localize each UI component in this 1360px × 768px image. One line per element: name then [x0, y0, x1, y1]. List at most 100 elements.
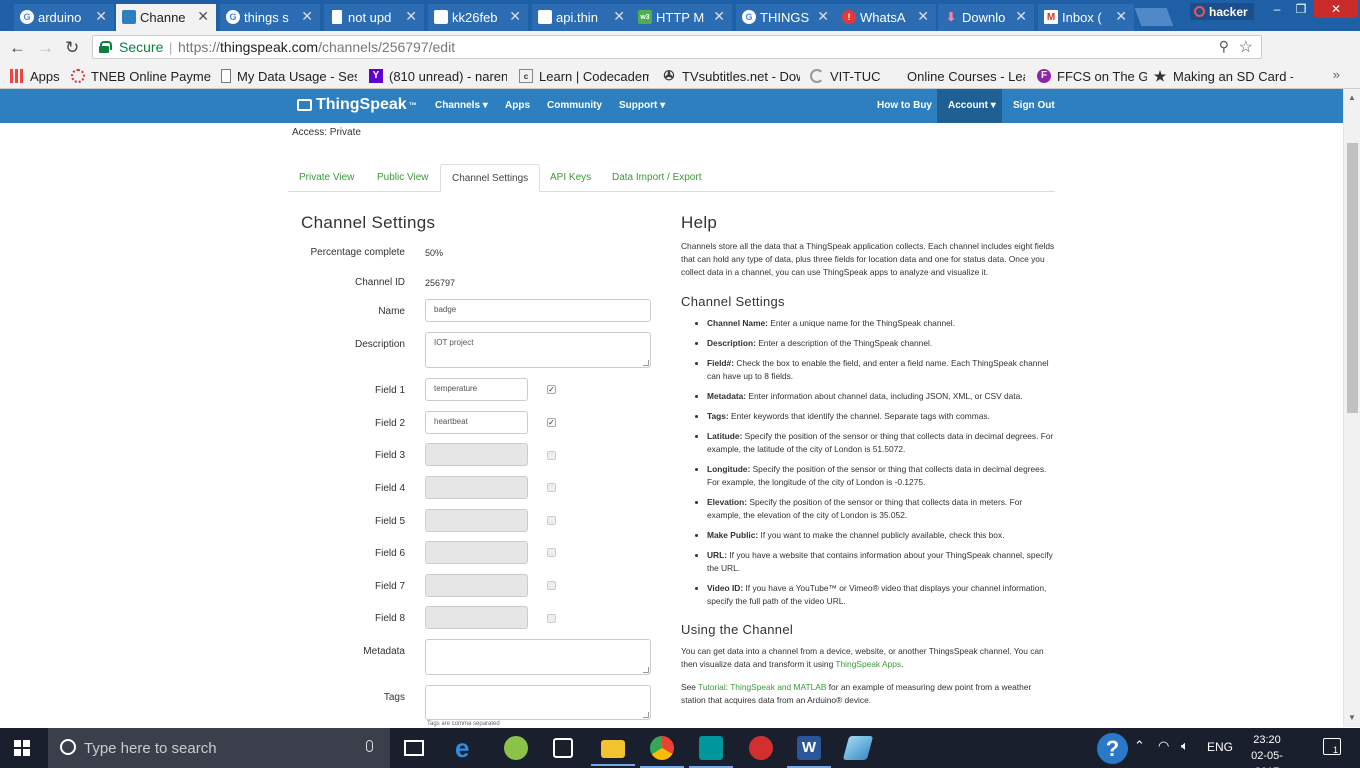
wifi-icon[interactable]: ◠	[1158, 738, 1169, 754]
minimize-button[interactable]: –	[1264, 0, 1290, 18]
chrome-icon[interactable]	[640, 736, 684, 768]
bookmark-item[interactable]: TNEB Online Payment	[71, 67, 211, 85]
notification-center-icon[interactable]: 1	[1323, 738, 1341, 755]
nav-how-to-buy[interactable]: How to Buy	[877, 100, 932, 111]
tab-channel-settings[interactable]: Channel Settings	[440, 164, 541, 192]
browser-tab[interactable]: G things s ✕	[220, 4, 320, 31]
close-icon[interactable]: ✕	[301, 8, 313, 25]
bookmark-star-icon[interactable]: ☆	[1239, 37, 1253, 57]
scrollbar-thumb[interactable]	[1347, 143, 1358, 413]
field-input[interactable]	[425, 574, 528, 597]
field-checkbox[interactable]	[547, 548, 556, 557]
browser-tab[interactable]: G THINGS ✕	[736, 4, 836, 31]
new-tab-button[interactable]	[1134, 8, 1174, 26]
nav-sign-out[interactable]: Sign Out	[1013, 100, 1055, 111]
browser-tab[interactable]: G arduino ✕	[14, 4, 114, 31]
arduino-icon[interactable]	[689, 736, 733, 768]
close-icon[interactable]: ✕	[197, 8, 209, 25]
metadata-textarea[interactable]	[425, 639, 651, 675]
tab-data-import-export[interactable]: Data Import / Export	[601, 164, 712, 192]
back-button[interactable]: ←	[9, 38, 26, 58]
chevron-double-right-icon[interactable]: »	[1333, 67, 1340, 82]
android-studio-icon[interactable]	[504, 736, 528, 760]
windows-start-icon[interactable]	[14, 740, 30, 756]
reload-button[interactable]: ↻	[65, 38, 79, 58]
maximize-button[interactable]: ❐	[1288, 0, 1314, 18]
scroll-down-icon[interactable]: ▼	[1348, 713, 1356, 722]
clock[interactable]: 23:20 02-05-2017	[1241, 732, 1293, 768]
nav-channels[interactable]: Channels ▾	[435, 100, 488, 111]
bookmark-item[interactable]: Online Courses - Lear	[887, 67, 1025, 85]
profile-button[interactable]: hacker	[1190, 3, 1254, 20]
nav-community[interactable]: Community	[547, 100, 602, 111]
resize-handle-icon[interactable]	[643, 360, 649, 366]
help-question-icon[interactable]: ?	[1097, 733, 1128, 764]
bookmark-item[interactable]: My Data Usage - Sess	[221, 67, 357, 85]
name-input[interactable]: badge	[425, 299, 651, 322]
close-icon[interactable]: ✕	[95, 8, 107, 25]
tab-api-keys[interactable]: API Keys	[539, 164, 602, 192]
chevron-up-icon[interactable]: ⌃	[1134, 738, 1145, 754]
browser-tab[interactable]: not upd ✕	[324, 4, 424, 31]
field-input[interactable]: heartbeat	[425, 411, 528, 434]
taskbar-search[interactable]: Type here to search	[48, 728, 390, 768]
close-icon[interactable]: ✕	[1115, 8, 1127, 25]
forward-button[interactable]: →	[37, 38, 54, 58]
bookmark-item[interactable]: VIT-TUC	[810, 67, 880, 85]
field-checkbox[interactable]	[547, 516, 556, 525]
tab-private-view[interactable]: Private View	[288, 164, 365, 192]
store-icon[interactable]	[553, 738, 573, 758]
nav-support[interactable]: Support ▾	[619, 100, 665, 111]
tab-public-view[interactable]: Public View	[366, 164, 440, 192]
resize-handle-icon[interactable]	[643, 667, 649, 673]
resize-handle-icon[interactable]	[643, 712, 649, 718]
edge-icon[interactable]: e	[455, 735, 479, 761]
window-close-button[interactable]: ✕	[1314, 0, 1358, 18]
thingspeak-logo[interactable]: ThingSpeak ™	[297, 96, 417, 114]
field-input[interactable]	[425, 606, 528, 629]
field-checkbox[interactable]	[547, 581, 556, 590]
close-icon[interactable]: ✕	[917, 8, 929, 25]
browser-tab-active[interactable]: Channe ✕	[116, 4, 216, 31]
bookmark-item[interactable]: ★ Making an SD Card -	[1153, 67, 1293, 85]
browser-tab[interactable]: ⬇ Downlo ✕	[938, 4, 1034, 31]
address-bar[interactable]: Secure | https://thingspeak.com/channels…	[92, 35, 1262, 59]
close-icon[interactable]: ✕	[1015, 8, 1027, 25]
url-text[interactable]: https://thingspeak.com/channels/256797/e…	[178, 39, 455, 55]
thingspeak-apps-link[interactable]: ThingSpeak Apps	[835, 659, 901, 669]
word-icon[interactable]: W	[787, 736, 831, 768]
browser-tab[interactable]: w3 HTTP M ✕	[632, 4, 732, 31]
tags-textarea[interactable]	[425, 685, 651, 720]
field-checkbox[interactable]: ✓	[547, 385, 556, 394]
browser-tab[interactable]: M Inbox ( ✕	[1038, 4, 1134, 31]
close-icon[interactable]: ✕	[817, 8, 829, 25]
close-icon[interactable]: ✕	[713, 8, 725, 25]
browser-tab[interactable]: kk26feb ✕	[428, 4, 528, 31]
file-explorer-icon[interactable]	[591, 740, 635, 766]
tutorial-link[interactable]: Tutorial: ThingSpeak and MATLAB	[698, 682, 826, 692]
field-input[interactable]	[425, 509, 528, 532]
browser-tab[interactable]: api.thin ✕	[532, 4, 632, 31]
field-checkbox[interactable]	[547, 451, 556, 460]
field-checkbox[interactable]: ✓	[547, 418, 556, 427]
bookmark-item[interactable]: F FFCS on The Go	[1037, 67, 1147, 85]
field-checkbox[interactable]	[547, 614, 556, 623]
volume-icon[interactable]: 🔈︎	[1181, 738, 1189, 754]
field-input[interactable]	[425, 541, 528, 564]
browser-tab[interactable]: ! WhatsA ✕	[836, 4, 936, 31]
close-icon[interactable]: ✕	[613, 8, 625, 25]
field-input[interactable]	[425, 476, 528, 499]
close-icon[interactable]: ✕	[405, 8, 417, 25]
description-textarea[interactable]: IOT project	[425, 332, 651, 368]
notepad-icon[interactable]	[842, 736, 874, 760]
bookmark-item[interactable]: c Learn | Codecademy	[519, 67, 649, 85]
bookmark-item[interactable]: Y (810 unread) - narena	[369, 67, 507, 85]
nav-apps[interactable]: Apps	[505, 100, 530, 111]
page-scrollbar[interactable]: ▲ ▼	[1343, 89, 1360, 727]
language-indicator[interactable]: ENG	[1207, 740, 1233, 754]
bookmark-item[interactable]: ✇ TVsubtitles.net - Dow	[662, 67, 800, 85]
field-input[interactable]: temperature	[425, 378, 528, 401]
bookmark-apps[interactable]: Apps	[10, 67, 66, 85]
field-input[interactable]	[425, 443, 528, 466]
field-checkbox[interactable]	[547, 483, 556, 492]
